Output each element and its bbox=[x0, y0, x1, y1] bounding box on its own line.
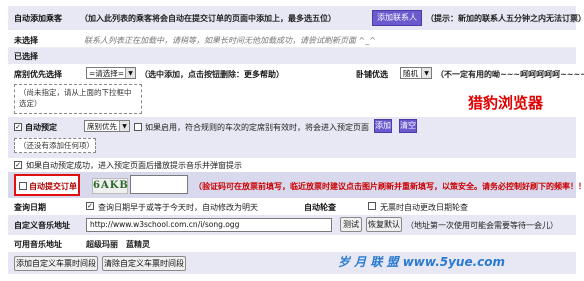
auto-preset-clear-button[interactable]: 清空 bbox=[399, 119, 417, 133]
auto-preset-checkbox[interactable]: ✓ bbox=[14, 123, 22, 131]
add-custom-time-button[interactable]: 添加自定义车票时间段 bbox=[14, 256, 98, 271]
add-contact-button[interactable]: 添加联系人 bbox=[372, 10, 422, 26]
auto-preset-empty-box: （还没有添加任何项） bbox=[14, 138, 96, 153]
seat-priority-select[interactable]: =请选择= ▼ bbox=[86, 67, 136, 79]
seat-priority-desc: （选中添加，点击按钮删除：更多帮助） bbox=[140, 69, 284, 80]
sound-link-smurfs[interactable]: 蓝精灵 bbox=[126, 239, 150, 250]
custom-sound-label: 自定义音乐地址 bbox=[14, 221, 70, 230]
auto-submit-checkbox[interactable] bbox=[19, 182, 27, 190]
chevron-down-icon: ▼ bbox=[125, 68, 135, 78]
captcha-warning: （验证码可在放票前填写，临近放票时建议点击图片刷新并重新填写，以策安全。请务必控… bbox=[194, 182, 584, 191]
clear-custom-time-button[interactable]: 清除自定义车票时间段 bbox=[102, 256, 186, 271]
query-date-checkbox[interactable]: ✓ bbox=[86, 202, 94, 210]
restore-default-button[interactable]: 恢复默认 bbox=[366, 217, 402, 232]
auto-add-passenger-label: 自动添加乘客 bbox=[14, 14, 62, 23]
chevron-down-icon: ▼ bbox=[119, 121, 129, 131]
seat-priority-row: 席别优先选择 =请选择= ▼ （选中添加，点击按钮删除：更多帮助） 卧铺优选 随… bbox=[8, 64, 584, 119]
selected-row: 已选择 bbox=[8, 48, 576, 64]
auto-submit-highlight: 自动提交订单 bbox=[14, 174, 80, 196]
available-sounds-label: 可用音乐地址 bbox=[14, 240, 62, 249]
test-sound-button[interactable]: 测试 bbox=[340, 217, 362, 232]
auto-preset-select[interactable]: 席别优先 ▼ bbox=[84, 120, 130, 132]
success-tip-checkbox[interactable]: ✓ bbox=[14, 161, 22, 169]
auto-check-desc: 无票时自动更改日期轮查 bbox=[380, 203, 468, 212]
success-tip-text: 如果自动预定成功，进入预定页面后播放提示音乐并弹窗提示 bbox=[26, 161, 242, 170]
seat-priority-select-value: =请选择= bbox=[89, 69, 125, 78]
seat-priority-desc-end: ） bbox=[276, 70, 284, 79]
browser-watermark: 猎豹浏览器 bbox=[468, 94, 544, 112]
auto-preset-select-value: 席别优先 bbox=[87, 122, 117, 131]
chevron-down-icon: ▼ bbox=[421, 68, 431, 78]
query-date-desc: 查询日期早于或等于今天时，自动修改为明天 bbox=[98, 203, 258, 212]
available-sounds-row: 可用音乐地址 超级玛丽 蓝精灵 bbox=[8, 236, 576, 251]
more-help-link[interactable]: 更多帮助 bbox=[244, 70, 276, 79]
captcha-image[interactable]: 6AKB bbox=[92, 178, 128, 194]
auto-check-checkbox[interactable] bbox=[368, 202, 376, 210]
auto-submit-row: 自动提交订单 6AKB （验证码可在放票前填写，临近放票时建议点击图片刷新并重新… bbox=[8, 172, 584, 198]
unselected-row: 未选择 联系人列表正在加载中，请稍等，如果长时间无他加载成功，请尝试刷新页面 ^… bbox=[8, 31, 576, 48]
sleeper-priority-select-value: 随机 bbox=[403, 69, 418, 78]
unselected-label: 未选择 bbox=[14, 36, 38, 45]
auto-check-label: 自动轮查 bbox=[304, 203, 336, 212]
sleeper-priority-select[interactable]: 随机 ▼ bbox=[400, 67, 432, 79]
custom-sound-row: 自定义音乐地址 http://www.w3school.com.cn/i/son… bbox=[8, 215, 576, 235]
sound-link-super-mario[interactable]: 超级玛丽 bbox=[86, 239, 118, 250]
seat-priority-empty-box: （尚未指定，请从上面的下拉框中选定） bbox=[14, 84, 142, 114]
auto-preset-label: 自动预定 bbox=[25, 123, 57, 132]
selected-label: 已选择 bbox=[14, 52, 38, 61]
site-watermark: 岁 月 联 盟 www.5yue.com bbox=[338, 255, 506, 269]
query-date-label: 查询日期 bbox=[14, 203, 46, 212]
captcha-input[interactable] bbox=[130, 175, 188, 194]
ticket-helper-panel: 自动添加乘客 （加入此列表的乘客将会自动在提交订单的页面中添加上，最多选五位） … bbox=[0, 0, 584, 281]
auto-add-passenger-note: （加入此列表的乘客将会自动在提交订单的页面中添加上，最多选五位） bbox=[80, 14, 336, 23]
query-date-row: 查询日期 ✓ 查询日期早于或等于今天时，自动修改为明天 自动轮查 无票时自动更改… bbox=[8, 199, 576, 214]
auto-preset-add-button[interactable]: 添加 bbox=[374, 119, 392, 133]
custom-sound-desc: （地址第一次使用可能会需要等待一会儿） bbox=[406, 221, 558, 230]
auto-add-passenger-row: 自动添加乘客 （加入此列表的乘客将会自动在提交订单的页面中添加上，最多选五位） … bbox=[8, 6, 584, 30]
bottom-buttons-row: 添加自定义车票时间段 清除自定义车票时间段 岁 月 联 盟 www.5yue.c… bbox=[8, 252, 576, 274]
success-tip-row: ✓ 如果自动预定成功，进入预定页面后播放提示音乐并弹窗提示 bbox=[8, 158, 576, 172]
auto-submit-label: 自动提交订单 bbox=[29, 182, 77, 191]
seat-priority-label: 席别优先选择 bbox=[14, 70, 62, 79]
sleeper-priority-label: 卧铺优选 bbox=[356, 70, 388, 79]
loading-hint: 联系人列表正在加载中，请稍等，如果长时间无他加载成功，请尝试刷新页面 ^_^ bbox=[84, 36, 376, 45]
auto-preset-desc: 如果启用，符合规则的车次的定席别有效时，将会进入预定页面 bbox=[145, 123, 369, 132]
auto-preset-enable-checkbox[interactable] bbox=[134, 123, 142, 131]
custom-sound-input[interactable]: http://www.w3school.com.cn/i/song.ogg bbox=[86, 218, 332, 232]
seat-priority-desc-text: （选中添加，点击按钮删除： bbox=[140, 70, 244, 79]
new-contact-tip: （提示：新加的联系人五分钟之内无法订票） bbox=[426, 14, 584, 23]
sleeper-priority-desc: （不一定有用的呦~~~呵呵呵呵呵~~~~） bbox=[436, 70, 584, 79]
